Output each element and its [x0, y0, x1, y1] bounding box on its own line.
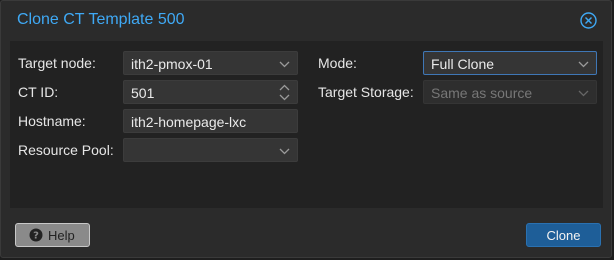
chevron-down-icon — [279, 144, 290, 160]
spinner-updown-icon[interactable] — [279, 83, 290, 105]
target-storage-placeholder: Same as source — [431, 85, 533, 101]
question-circle-icon: ? — [29, 228, 43, 245]
chevron-down-icon — [578, 57, 589, 73]
resource-pool-label: Resource Pool: — [18, 142, 114, 158]
close-icon[interactable] — [580, 12, 597, 29]
target-node-label: Target node: — [18, 55, 96, 71]
hostname-label: Hostname: — [18, 113, 86, 129]
target-storage-label: Target Storage: — [318, 84, 414, 100]
help-button-label: Help — [48, 228, 75, 243]
resource-pool-select[interactable] — [123, 138, 298, 162]
hostname-input[interactable]: ith2-homepage-lxc — [123, 109, 298, 133]
ct-id-label: CT ID: — [18, 84, 59, 100]
mode-select[interactable]: Full Clone — [423, 51, 597, 75]
chevron-down-icon — [578, 86, 589, 102]
target-storage-select[interactable]: Same as source — [423, 80, 597, 104]
ct-id-value: 501 — [131, 85, 155, 101]
target-node-value: ith2-pmox-01 — [131, 56, 213, 72]
clone-button[interactable]: Clone — [526, 223, 601, 247]
ct-id-spinner[interactable]: 501 — [123, 80, 298, 104]
help-button[interactable]: ? Help — [15, 223, 90, 247]
target-node-select[interactable]: ith2-pmox-01 — [123, 51, 298, 75]
chevron-down-icon — [279, 57, 290, 73]
svg-text:?: ? — [33, 231, 39, 242]
dialog-title: Clone CT Template 500 — [17, 11, 185, 28]
hostname-value: ith2-homepage-lxc — [131, 114, 247, 130]
clone-button-label: Clone — [546, 228, 581, 243]
mode-value: Full Clone — [431, 56, 495, 72]
clone-dialog: Clone CT Template 500 Target node: ith2-… — [0, 0, 612, 258]
mode-label: Mode: — [318, 55, 357, 71]
dialog-titlebar: Clone CT Template 500 — [1, 1, 611, 41]
